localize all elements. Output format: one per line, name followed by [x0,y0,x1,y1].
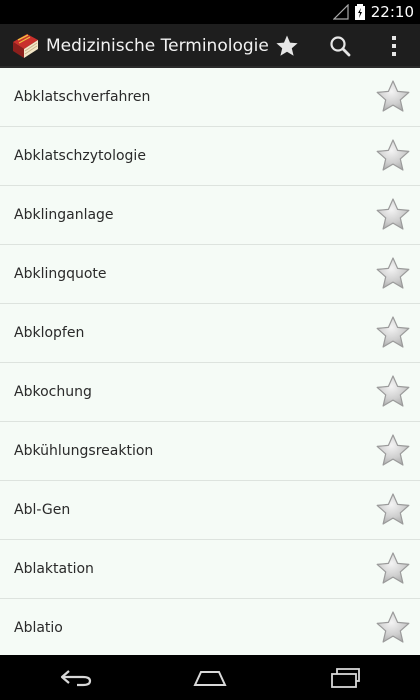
search-button[interactable] [318,24,362,68]
list-item[interactable]: Abklatschzytologie [0,127,420,186]
home-button[interactable] [170,655,250,700]
list-item[interactable]: Ablaktation [0,540,420,599]
signal-icon [332,4,349,20]
list-item[interactable]: Abklopfen [0,304,420,363]
battery-icon [354,4,365,20]
star-icon[interactable] [375,197,411,233]
list-item-label: Abklatschverfahren [14,89,151,105]
book-icon[interactable] [10,32,40,60]
star-icon[interactable] [375,79,411,115]
search-icon [330,36,351,57]
back-button[interactable] [36,655,116,700]
star-icon[interactable] [375,551,411,587]
back-icon [60,669,92,686]
list-item-label: Ablatio [14,620,63,636]
status-icons: 22:10 [332,0,414,24]
list-item-label: Abklingquote [14,266,107,282]
list-item-label: Ablaktation [14,561,94,577]
list-item[interactable]: Abkochung [0,363,420,422]
status-time: 22:10 [370,3,414,21]
navigation-bar [0,655,420,700]
overflow-menu-button[interactable] [372,24,416,68]
list-item[interactable]: Ablatio [0,599,420,655]
favorites-button[interactable] [265,24,309,68]
overflow-menu-icon [392,36,396,56]
action-bar: Medizinische Terminologie [0,24,420,68]
star-icon[interactable] [375,433,411,469]
list-item-label: Abkühlungsreaktion [14,443,154,459]
list-item[interactable]: Abl-Gen [0,481,420,540]
list-item[interactable]: Abklinganlage [0,186,420,245]
star-icon[interactable] [375,492,411,528]
star-icon [276,35,298,56]
star-icon[interactable] [375,374,411,410]
recent-apps-button[interactable] [305,655,385,700]
list-item-label: Abklopfen [14,325,85,341]
list-item-label: Abklinganlage [14,207,114,223]
star-icon[interactable] [375,138,411,174]
home-icon [193,670,227,686]
list-item-label: Abkochung [14,384,92,400]
list-item[interactable]: Abklatschverfahren [0,68,420,127]
list-item-label: Abklatschzytologie [14,148,146,164]
list-item-label: Abl-Gen [14,502,71,518]
star-icon[interactable] [375,256,411,292]
status-bar: 22:10 [0,0,420,24]
star-icon[interactable] [375,315,411,351]
recent-apps-icon [331,667,360,688]
list-item[interactable]: Abkühlungsreaktion [0,422,420,481]
term-list[interactable]: Abklatschverfahren Abklatschzytologie Ab… [0,68,420,655]
list-item[interactable]: Abklingquote [0,245,420,304]
app-title: Medizinische Terminologie [46,36,269,56]
star-icon[interactable] [375,610,411,646]
